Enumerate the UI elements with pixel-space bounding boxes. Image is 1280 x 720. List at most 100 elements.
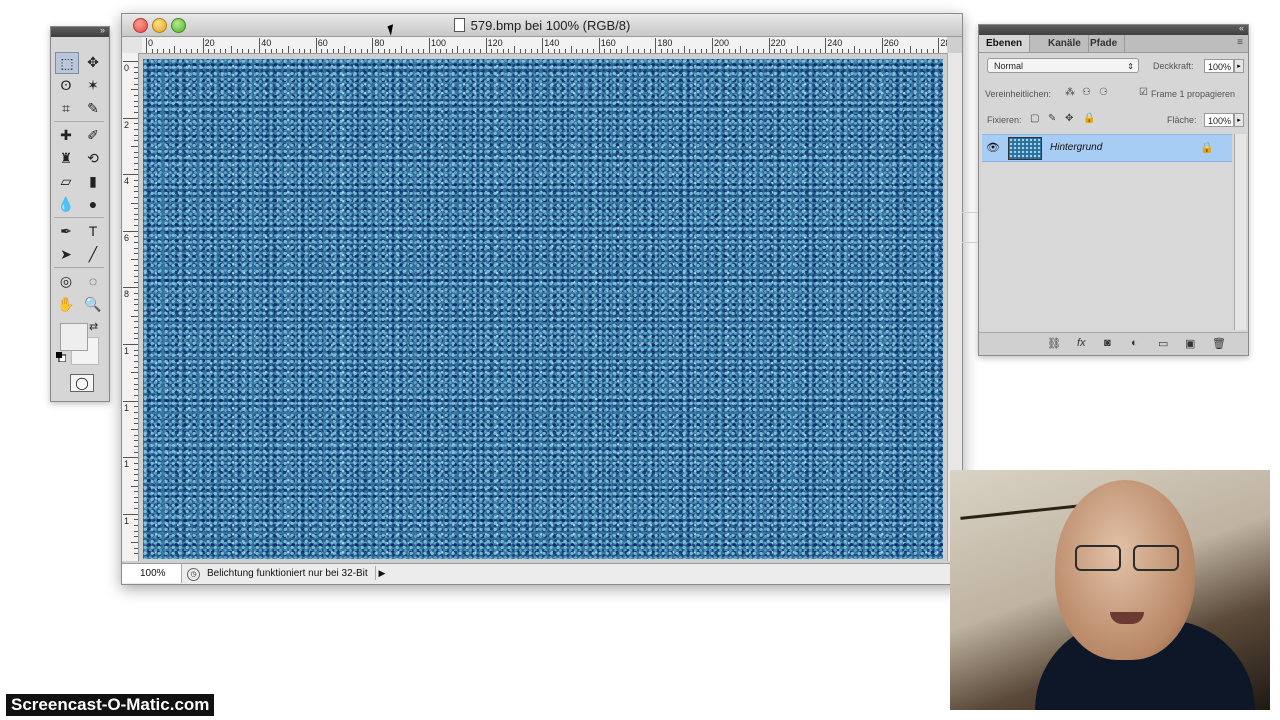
tab-pfade[interactable]: Pfade [1083,35,1126,52]
folder-icon[interactable]: ▭ [1158,337,1168,350]
ruler-corner[interactable] [122,37,143,54]
magic-wand-tool[interactable]: ✶ [82,75,104,95]
status-menu-arrow-icon[interactable]: ▶ [375,566,388,580]
3d-rotate-tool[interactable]: ◎ [55,271,77,291]
ruler-h-label: 200 [714,38,730,48]
ruler-h-tick [842,49,844,53]
document-statusbar: 100% ◷ Belichtung funktioniert nur bei 3… [122,563,962,584]
eraser-tool[interactable]: ▱ [55,171,77,191]
ruler-h-label: 0 [148,38,154,48]
opacity-arrow-icon[interactable]: ▸ [1234,59,1244,73]
ruler-v-tick [134,327,138,329]
3d-orbit-tool[interactable]: ◌ [82,271,104,291]
fill-label: Fläche: [1167,115,1197,125]
marquee-tool[interactable]: ⬚ [55,52,79,74]
fill-input[interactable]: 100% [1204,113,1234,127]
ruler-h-tick [785,49,787,53]
ruler-v-tick [134,310,138,312]
ruler-v-tick [134,530,138,532]
lock-transparent-icon[interactable]: ▢ [1030,113,1039,124]
ruler-v-tick [134,389,138,391]
gradient-tool[interactable]: ▮ [82,171,104,191]
tools-separator [54,267,104,268]
type-tool[interactable]: T [82,221,104,241]
ruler-v-tick [134,219,138,221]
lock-icon: 🔒 [1200,142,1214,154]
move-tool[interactable]: ✥ [82,52,104,72]
foreground-color-swatch[interactable] [60,323,88,351]
ruler-h-tick [496,49,498,53]
history-brush-tool[interactable]: ⟲ [82,148,104,168]
vertical-ruler[interactable]: 0246811111 [122,53,139,561]
document-titlebar[interactable]: 579.bmp bei 100% (RGB/8) [122,14,962,37]
fx-icon[interactable]: fx [1077,337,1086,349]
fill-arrow-icon[interactable]: ▸ [1234,113,1244,127]
double-chevron-icon[interactable]: « [1239,23,1244,33]
ruler-h-tick [423,49,425,53]
lasso-tool[interactable]: ʘ [55,75,77,95]
blur-tool[interactable]: 💧 [55,194,77,214]
link-icon[interactable]: ⛓ [1047,337,1061,350]
healing-brush-tool[interactable]: ✚ [55,125,77,145]
swap-colors-icon[interactable]: ⇄ [89,320,98,333]
path-selection-tool[interactable]: ➤ [55,244,77,264]
ruler-h-tick [519,49,521,53]
image-canvas[interactable] [143,59,943,559]
ruler-v-tick [134,383,138,385]
eyedropper-tool[interactable]: ✎ [82,98,104,118]
layers-scrollbar[interactable] [1234,134,1246,330]
ruler-h-tick [372,38,374,53]
default-colors-icon[interactable] [56,352,66,362]
unify-visibility-icon[interactable]: ⚇ [1082,87,1091,98]
layer-row-hintergrund[interactable]: 👁 Hintergrund 🔒 [982,134,1232,162]
status-info-icon[interactable]: ◷ [187,568,200,581]
crop-tool[interactable]: ⌗ [55,98,77,118]
quick-mask-button[interactable]: ◯ [70,374,94,392]
unify-label: Vereinheitlichen: [985,89,1052,99]
ruler-h-tick [881,38,883,53]
panel-menu-icon[interactable]: ≡ [1237,37,1243,48]
ruler-h-tick [225,49,227,53]
blend-mode-select[interactable]: Normal ⇕ [987,58,1139,73]
line-tool[interactable]: ╱ [82,244,104,264]
zoom-field[interactable]: 100% [122,564,182,583]
ruler-h-tick [734,49,736,53]
horizontal-ruler[interactable]: 0 20 40 60 80 100 120 140 160 180 200 220 240 260 28 [142,37,947,54]
eye-icon[interactable]: 👁 [986,141,1000,154]
ruler-h-tick [276,49,278,53]
stamp-tool[interactable]: ♜ [55,148,77,168]
ruler-h-tick [615,49,617,53]
ruler-h-tick [791,49,793,53]
double-chevron-icon[interactable]: » [100,25,105,35]
mask-icon[interactable]: ◙ [1104,337,1111,349]
ruler-h-tick [904,49,906,53]
ruler-h-label: 120 [487,38,503,48]
tools-panel-header[interactable]: » [51,25,109,37]
hand-tool[interactable]: ✋ [55,294,77,314]
ruler-h-tick [457,46,459,53]
opacity-input[interactable]: 100% [1204,59,1234,73]
layers-panel-header[interactable]: « [979,23,1248,35]
ruler-v-tick [134,474,138,476]
lock-position-icon[interactable]: ✥ [1065,113,1073,124]
ruler-h-tick [661,49,663,53]
pen-tool[interactable]: ✒ [55,221,77,241]
panel-divider [962,212,978,213]
ruler-v-tick [131,89,138,91]
new-layer-icon[interactable]: ▣ [1185,337,1195,350]
brush-tool[interactable]: ✐ [82,125,104,145]
propagate-checkbox[interactable]: ☑ [1139,87,1148,98]
dodge-tool[interactable]: ● [82,194,104,214]
adjustment-icon[interactable]: ◐ [1131,337,1138,349]
status-text: Belichtung funktioniert nur bei 32-Bit [207,568,368,579]
lock-all-icon[interactable]: 🔒 [1083,113,1095,124]
tab-ebenen[interactable]: Ebenen [979,35,1031,52]
lock-pixels-icon[interactable]: ✎ [1048,113,1056,124]
unify-style-icon[interactable]: ⚆ [1099,87,1108,98]
ruler-h-tick [678,49,680,53]
zoom-tool[interactable]: 🔍 [82,294,104,314]
trash-icon[interactable]: 🗑 [1212,337,1226,350]
unify-position-icon[interactable]: ⁂ [1065,87,1075,98]
tab-kanaele[interactable]: Kanäle [1041,35,1089,52]
ruler-v-tick [134,77,138,79]
